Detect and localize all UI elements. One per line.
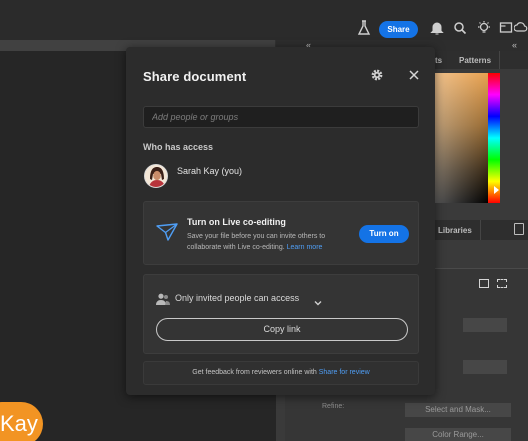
share-button[interactable]: Share	[379, 21, 418, 38]
hue-slider-handle[interactable]	[494, 186, 499, 194]
mask-icon[interactable]	[479, 279, 489, 288]
collaborator-name-pill: Kay	[0, 402, 43, 441]
people-icon	[156, 292, 170, 305]
tab-swatches-partial[interactable]: ts	[435, 56, 442, 65]
access-level-dropdown[interactable]: Only invited people can access	[175, 293, 299, 303]
feedback-text: Get feedback from reviewers online with	[192, 369, 317, 376]
bell-icon[interactable]	[429, 20, 445, 36]
review-feedback-banner: Get feedback from reviewers online with …	[143, 361, 419, 385]
color-range-label: Color Range...	[432, 430, 484, 439]
transform-icon[interactable]	[497, 279, 507, 288]
tab-patterns[interactable]: Patterns	[459, 56, 491, 65]
app-top-bar: Share	[0, 0, 528, 40]
cloud-sync-icon[interactable]	[513, 20, 528, 36]
search-icon[interactable]	[452, 20, 468, 36]
flask-icon[interactable]	[356, 20, 372, 36]
add-people-input[interactable]	[143, 106, 419, 128]
chevron-down-icon[interactable]	[313, 294, 323, 306]
learn-more-link[interactable]: Learn more	[287, 244, 323, 251]
property-field[interactable]	[463, 360, 507, 374]
hue-slider[interactable]	[488, 73, 500, 203]
gear-icon[interactable]	[369, 67, 385, 83]
who-has-access-heading: Who has access	[143, 142, 214, 152]
tab-divider	[499, 51, 500, 69]
select-and-mask-label: Select and Mask...	[425, 405, 491, 414]
share-document-dialog: Share document Who has access Sarah Kay …	[126, 47, 435, 395]
share-for-review-link[interactable]: Share for review	[319, 369, 370, 376]
link-access-card: Only invited people can access Copy link	[143, 274, 419, 354]
tab-divider	[480, 220, 481, 240]
copy-link-button[interactable]: Copy link	[156, 318, 408, 341]
color-picker-shade	[434, 73, 488, 203]
lightbulb-icon[interactable]	[476, 20, 492, 36]
avatar	[144, 164, 168, 188]
panel-menu-icon[interactable]	[514, 223, 524, 235]
access-user-name: Sarah Kay (you)	[177, 166, 243, 176]
tab-libraries[interactable]: Libraries	[438, 226, 472, 235]
frame-icon[interactable]	[498, 20, 514, 36]
dialog-title: Share document	[143, 69, 247, 84]
coedit-title: Turn on Live co-editing	[187, 217, 286, 227]
coedit-description: Save your file before you can invite oth…	[187, 231, 345, 253]
property-field[interactable]	[463, 318, 507, 332]
paper-plane-icon	[155, 222, 179, 242]
close-icon[interactable]	[407, 68, 421, 82]
live-coediting-card: Turn on Live co-editing Save your file b…	[143, 201, 419, 265]
expand-panels-icon[interactable]: «	[512, 40, 517, 51]
refine-label: Refine:	[322, 403, 345, 410]
turn-on-button[interactable]: Turn on	[359, 225, 409, 243]
